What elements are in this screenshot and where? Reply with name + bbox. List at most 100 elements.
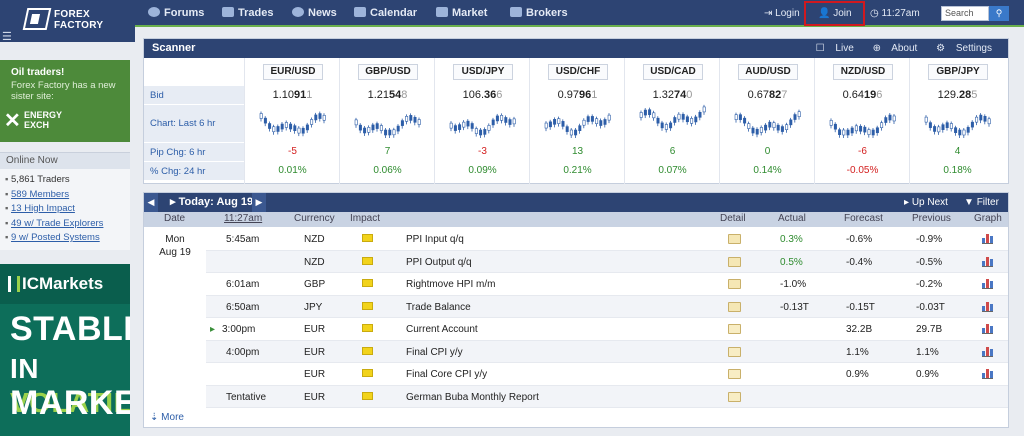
mini-candle-chart[interactable] xyxy=(637,104,707,140)
pair-column[interactable]: AUD/USD 0.67827 0 0.14% xyxy=(719,58,814,184)
mini-candle-chart[interactable] xyxy=(542,104,612,140)
pair-column[interactable]: EUR/USD 1.10911 -5 0.01% xyxy=(244,58,339,184)
pair-column[interactable]: GBP/USD 1.21548 7 0.06% xyxy=(339,58,434,184)
online-posted-systems-text[interactable]: 9 w/ Posted Systems xyxy=(11,232,100,243)
calendar-event-row[interactable]: Tentative EUR German Buba Monthly Report xyxy=(206,385,1008,408)
pair-column[interactable]: USD/CAD 1.32740 6 0.07% xyxy=(624,58,719,184)
pair-name[interactable]: AUD/USD xyxy=(738,64,798,80)
impact-folder-icon[interactable] xyxy=(362,279,373,287)
today-label[interactable]: ▸ Today: Aug 19 xyxy=(170,193,253,212)
detail-folder-icon[interactable] xyxy=(728,369,741,379)
bar-chart-icon[interactable] xyxy=(982,256,993,267)
hamburger-menu-icon[interactable]: ☰ xyxy=(2,30,12,43)
ic-markets-ad[interactable]: ICMarkets STABLE IN VOLATILE MARKETS xyxy=(0,264,130,436)
pair-name[interactable]: USD/CAD xyxy=(643,64,703,80)
event-title[interactable]: Trade Balance xyxy=(406,302,471,313)
event-title[interactable]: PPI Output q/q xyxy=(406,257,472,268)
bar-chart-icon[interactable] xyxy=(982,301,993,312)
pair-column[interactable]: USD/CHF 0.97961 13 0.21% xyxy=(529,58,624,184)
event-title[interactable]: Current Account xyxy=(406,324,478,335)
search-input[interactable]: Search xyxy=(941,6,989,21)
mini-candle-chart[interactable] xyxy=(352,104,422,140)
event-title[interactable]: Rightmove HPI m/m xyxy=(406,279,495,290)
up-next-link[interactable]: ▸ Up Next xyxy=(904,193,948,212)
scanner-settings-link[interactable]: ⚙ Settings xyxy=(936,43,1000,54)
online-posted-systems-link[interactable]: 9 w/ Posted Systems xyxy=(5,231,130,246)
bar-chart-icon[interactable] xyxy=(982,324,993,334)
login-link[interactable]: ⇥ Login xyxy=(764,0,800,27)
online-members-link[interactable]: 589 Members xyxy=(5,188,130,203)
bid-main: 1.32 xyxy=(652,89,675,101)
col-time[interactable]: 11:27am xyxy=(224,213,262,224)
join-link[interactable]: 👤 Join xyxy=(818,0,852,27)
bar-chart-icon[interactable] xyxy=(982,234,993,244)
impact-folder-icon[interactable] xyxy=(362,346,373,355)
forex-factory-logo[interactable]: FOREX FACTORY ☰ xyxy=(0,0,135,43)
nav-brokers[interactable]: Brokers xyxy=(510,0,568,27)
pair-name[interactable]: EUR/USD xyxy=(263,64,323,80)
clock[interactable]: ◷ 11:27am xyxy=(870,0,920,27)
impact-folder-icon[interactable] xyxy=(362,234,373,242)
scanner-live-toggle[interactable]: ☐ Live xyxy=(816,43,862,54)
impact-folder-icon[interactable] xyxy=(362,256,373,265)
mini-candle-chart[interactable] xyxy=(257,104,327,140)
nav-calendar[interactable]: Calendar xyxy=(354,0,417,27)
online-trade-explorers-text[interactable]: 49 w/ Trade Explorers xyxy=(11,218,103,229)
pair-name[interactable]: NZD/USD xyxy=(833,64,893,80)
mini-candle-chart[interactable] xyxy=(447,104,517,140)
pair-name[interactable]: USD/CHF xyxy=(548,64,608,80)
bar-chart-icon[interactable] xyxy=(982,279,993,289)
pair-bid: 129.285 xyxy=(910,89,1005,101)
bar-chart-icon[interactable] xyxy=(982,346,993,357)
pair-name[interactable]: GBP/JPY xyxy=(928,64,988,80)
online-trade-explorers-link[interactable]: 49 w/ Trade Explorers xyxy=(5,217,130,232)
detail-folder-icon[interactable] xyxy=(728,346,741,357)
impact-folder-icon[interactable] xyxy=(362,301,373,310)
online-high-impact-link[interactable]: 13 High Impact xyxy=(5,202,130,217)
detail-folder-icon[interactable] xyxy=(728,391,741,402)
detail-folder-icon[interactable] xyxy=(728,301,741,312)
search-button[interactable]: ⚲ xyxy=(989,6,1009,21)
nav-trades[interactable]: Trades xyxy=(222,0,273,27)
pair-column[interactable]: NZD/USD 0.64196 -6 -0.05% xyxy=(814,58,909,184)
calendar-event-row[interactable]: 4:00pm EUR Final CPI y/y 1.1% 1.1% xyxy=(206,340,1008,363)
calendar-event-row[interactable]: NZD PPI Output q/q 0.5% -0.4% -0.5% xyxy=(206,250,1008,273)
detail-folder-icon[interactable] xyxy=(728,234,741,244)
pair-name[interactable]: GBP/USD xyxy=(358,64,418,80)
detail-folder-icon[interactable] xyxy=(728,256,741,267)
pair-column[interactable]: GBP/JPY 129.285 4 0.18% xyxy=(909,58,1004,184)
nav-market[interactable]: Market xyxy=(436,0,487,27)
calendar-event-row[interactable]: 5:45am NZD PPI Input q/q 0.3% -0.6% -0.9% xyxy=(206,228,1008,251)
impact-folder-icon[interactable] xyxy=(362,324,373,332)
mini-candle-chart[interactable] xyxy=(827,104,897,140)
energy-exch-promo[interactable]: Oil traders! Forex Factory has a new sis… xyxy=(0,60,130,142)
next-day-arrow-icon[interactable]: ▶ xyxy=(252,193,266,212)
scanner-row-labels: Bid Chart: Last 6 hr Pip Chg: 6 hr % Chg… xyxy=(144,58,244,184)
prev-day-arrow-icon[interactable]: ◀ xyxy=(144,193,158,212)
pair-column[interactable]: USD/JPY 106.366 -3 0.09% xyxy=(434,58,529,184)
event-title[interactable]: German Buba Monthly Report xyxy=(406,392,539,403)
online-members-text[interactable]: 589 Members xyxy=(11,189,69,200)
bar-chart-icon[interactable] xyxy=(982,369,993,379)
nav-forums[interactable]: Forums xyxy=(148,0,204,27)
calendar-event-row[interactable]: 3:00pm EUR Current Account 32.2B 29.7B ▸ xyxy=(206,318,1008,341)
event-title[interactable]: Final CPI y/y xyxy=(406,347,463,358)
mini-candle-chart[interactable] xyxy=(922,104,992,140)
online-high-impact-text[interactable]: 13 High Impact xyxy=(11,203,75,214)
impact-folder-icon[interactable] xyxy=(362,391,373,400)
event-title[interactable]: PPI Input q/q xyxy=(406,234,464,245)
scanner-about-link[interactable]: ⊕ About xyxy=(873,43,926,54)
calendar-event-row[interactable]: 6:50am JPY Trade Balance -0.13T -0.15T -0.03T xyxy=(206,295,1008,318)
calendar-event-row[interactable]: EUR Final Core CPI y/y 0.9% 0.9% xyxy=(206,363,1008,386)
detail-folder-icon[interactable] xyxy=(728,324,741,334)
calendar-event-row[interactable]: 6:01am GBP Rightmove HPI m/m -1.0% -0.2% xyxy=(206,273,1008,296)
nav-news[interactable]: News xyxy=(292,0,337,27)
event-title[interactable]: Final Core CPI y/y xyxy=(406,369,487,380)
settings-label: Settings xyxy=(955,43,992,54)
detail-folder-icon[interactable] xyxy=(728,279,741,289)
mini-candle-chart[interactable] xyxy=(732,104,802,140)
impact-folder-icon[interactable] xyxy=(362,369,373,377)
more-link[interactable]: ⇣ More xyxy=(150,412,184,423)
pair-name[interactable]: USD/JPY xyxy=(453,64,513,80)
filter-link[interactable]: ▼ Filter xyxy=(964,193,999,212)
